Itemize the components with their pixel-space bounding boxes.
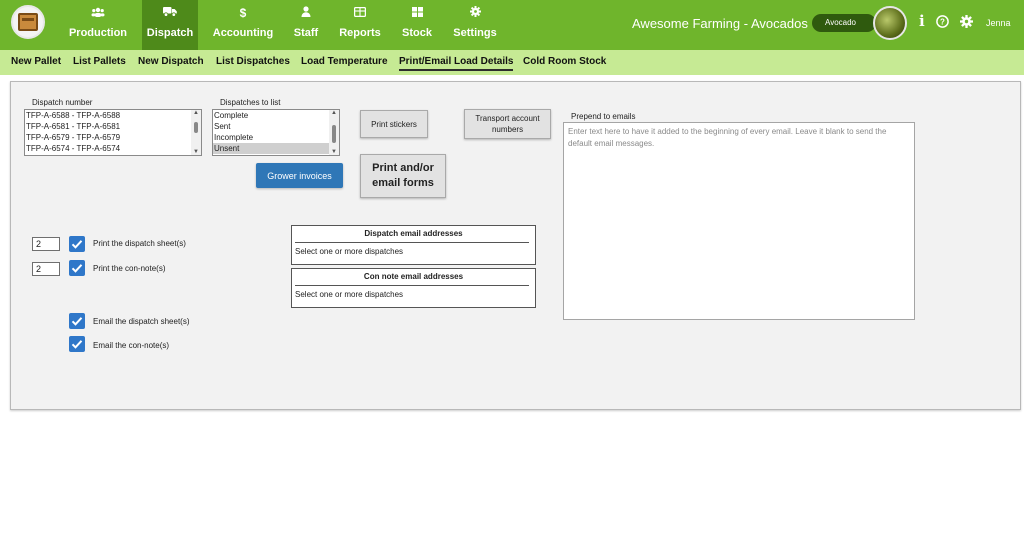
users-icon <box>62 0 134 22</box>
email-dispatch-checkbox[interactable] <box>69 313 85 329</box>
dispatch-email-body: Select one or more dispatches <box>295 247 404 256</box>
subnav-print-email-load-details[interactable]: Print/Email Load Details <box>399 56 514 71</box>
print-connote-checkbox[interactable] <box>69 260 85 276</box>
nav-label: Accounting <box>212 27 274 39</box>
transport-account-numbers-button[interactable]: Transport account numbers <box>464 109 551 139</box>
avocado-image <box>873 6 907 40</box>
list-item[interactable]: TFP-A-6579 - TFP-A-6579 <box>25 132 201 143</box>
nav-label: Stock <box>402 27 432 39</box>
nav-label: Production <box>68 27 128 39</box>
scroll-thumb[interactable] <box>194 122 198 133</box>
dispatches-to-list-label: Dispatches to list <box>220 98 281 107</box>
scroll-down-icon[interactable]: ▼ <box>193 149 199 155</box>
prepend-to-emails-textarea[interactable]: Enter text here to have it added to the … <box>563 122 915 320</box>
button-label: Transport account <box>475 114 540 123</box>
scroll-thumb[interactable] <box>332 125 336 143</box>
nav-label: Staff <box>293 27 319 39</box>
print-email-forms-button[interactable]: Print and/or email forms <box>360 154 446 198</box>
connote-email-addresses: Con note email addresses Select one or m… <box>291 268 536 308</box>
truck-icon <box>142 0 198 22</box>
connote-email-title: Con note email addresses <box>363 272 464 281</box>
top-navbar: Production Dispatch $ Accounting Staff R… <box>0 0 1024 50</box>
nav-settings[interactable]: Settings <box>450 0 500 50</box>
subnav-list-dispatches[interactable]: List Dispatches <box>216 56 290 67</box>
report-icon <box>334 0 386 22</box>
farm-name: Awesome Farming - Avocados <box>632 16 808 31</box>
scrollbar[interactable]: ▲ ▼ <box>329 110 339 155</box>
settings-gear-icon[interactable] <box>960 15 973 31</box>
help-icon[interactable]: ? <box>936 15 949 31</box>
nav-staff[interactable]: Staff <box>287 0 325 50</box>
sub-navbar: New Pallet List Pallets New Dispatch Lis… <box>0 50 1024 75</box>
prepend-to-emails-label: Prepend to emails <box>571 112 636 121</box>
crop-selector[interactable]: Avocado <box>812 14 876 32</box>
nav-production[interactable]: Production <box>62 0 134 50</box>
dispatch-sheet-copies-input[interactable]: 2 <box>32 237 60 251</box>
main-panel: Dispatch number TFP-A-6588 - TFP-A-6588 … <box>10 81 1021 410</box>
button-label: numbers <box>491 125 524 134</box>
subnav-cold-room-stock[interactable]: Cold Room Stock <box>523 56 606 67</box>
check-icon <box>71 317 83 326</box>
list-item[interactable]: TFP-A-6574 - TFP-A-6574 <box>25 143 201 154</box>
list-item[interactable]: TFP-A-6588 - TFP-A-6588 <box>25 110 201 121</box>
nav-dispatch[interactable]: Dispatch <box>142 0 198 50</box>
nav-reports[interactable]: Reports <box>334 0 386 50</box>
subnav-list-pallets[interactable]: List Pallets <box>73 56 126 67</box>
username[interactable]: Jenna <box>986 18 1011 28</box>
dispatches-filter-list[interactable]: Complete Sent Incomplete Unsent ▲ ▼ <box>212 109 340 156</box>
print-stickers-button[interactable]: Print stickers <box>360 110 428 138</box>
dispatch-email-addresses: Dispatch email addresses Select one or m… <box>291 225 536 265</box>
print-connote-label: Print the con-note(s) <box>93 264 166 273</box>
nav-accounting[interactable]: $ Accounting <box>207 0 279 50</box>
nav-label: Settings <box>453 27 497 39</box>
button-label: Print and/or <box>372 162 434 174</box>
button-label: email forms <box>372 177 434 189</box>
app-logo[interactable] <box>11 5 45 39</box>
grower-invoices-button[interactable]: Grower invoices <box>256 163 343 188</box>
list-item[interactable]: Sent <box>213 121 339 132</box>
list-item[interactable]: TFP-A-6581 - TFP-A-6581 <box>25 121 201 132</box>
nav-stock[interactable]: Stock <box>396 0 438 50</box>
list-item[interactable]: Complete <box>213 110 339 121</box>
print-dispatch-label: Print the dispatch sheet(s) <box>93 239 186 248</box>
email-dispatch-label: Email the dispatch sheet(s) <box>93 317 190 326</box>
dollar-icon: $ <box>239 6 247 20</box>
scroll-up-icon[interactable]: ▲ <box>193 110 199 116</box>
grid-icon <box>396 0 438 22</box>
dispatch-email-title: Dispatch email addresses <box>364 229 463 238</box>
print-dispatch-checkbox[interactable] <box>69 236 85 252</box>
nav-label: Reports <box>339 27 381 39</box>
scroll-down-icon[interactable]: ▼ <box>331 149 337 155</box>
list-item-selected[interactable]: Unsent <box>213 143 339 154</box>
nav-label: Dispatch <box>146 27 194 39</box>
subnav-new-pallet[interactable]: New Pallet <box>11 56 61 67</box>
email-connote-label: Email the con-note(s) <box>93 341 170 350</box>
check-icon <box>71 240 83 249</box>
svg-text:?: ? <box>940 18 945 27</box>
scrollbar[interactable]: ▲ ▼ <box>191 110 201 155</box>
list-item[interactable]: Incomplete <box>213 132 339 143</box>
gear-icon <box>450 0 500 22</box>
check-icon <box>71 340 83 349</box>
check-icon <box>71 264 83 273</box>
email-connote-checkbox[interactable] <box>69 336 85 352</box>
scroll-up-icon[interactable]: ▲ <box>331 110 337 116</box>
info-icon[interactable]: i <box>919 12 925 30</box>
connote-copies-input[interactable]: 2 <box>32 262 60 276</box>
dispatch-number-label: Dispatch number <box>32 98 93 107</box>
subnav-new-dispatch[interactable]: New Dispatch <box>138 56 204 67</box>
dispatch-number-list[interactable]: TFP-A-6588 - TFP-A-6588 TFP-A-6581 - TFP… <box>24 109 202 156</box>
person-icon <box>287 0 325 22</box>
subnav-load-temperature[interactable]: Load Temperature <box>301 56 388 67</box>
connote-email-body: Select one or more dispatches <box>295 290 404 299</box>
